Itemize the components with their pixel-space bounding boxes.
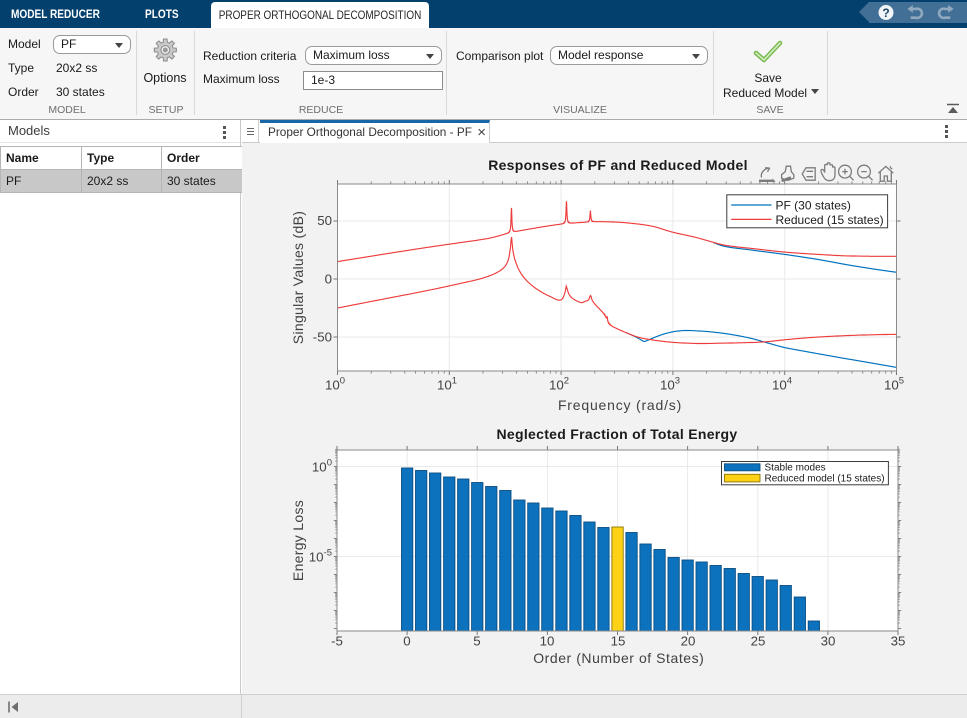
svg-text:Reduced (15 states): Reduced (15 states) — [776, 213, 884, 227]
svg-text:0: 0 — [403, 634, 410, 649]
svg-text:50: 50 — [317, 213, 332, 228]
svg-text:101: 101 — [437, 376, 457, 393]
svg-text:20: 20 — [681, 634, 696, 649]
svg-text:PF (30 states): PF (30 states) — [776, 199, 851, 213]
svg-text:Singular Values (dB): Singular Values (dB) — [290, 211, 306, 344]
svg-text:Frequency (rad/s): Frequency (rad/s) — [558, 397, 682, 413]
svg-text:100: 100 — [325, 376, 345, 393]
svg-text:10: 10 — [540, 634, 555, 649]
svg-text:25: 25 — [751, 634, 766, 649]
svg-text:35: 35 — [891, 634, 906, 649]
svg-text:102: 102 — [549, 376, 569, 393]
svg-text:Order (Number of States): Order (Number of States) — [533, 650, 704, 666]
svg-text:105: 105 — [884, 376, 904, 393]
svg-text:10-5: 10-5 — [309, 547, 332, 564]
svg-text:Responses of PF and Reduced Mo: Responses of PF and Reduced Model — [488, 157, 748, 173]
svg-text:100: 100 — [312, 457, 332, 474]
svg-text:30: 30 — [821, 634, 836, 649]
svg-text:5: 5 — [473, 634, 480, 649]
svg-text:?: ? — [882, 6, 889, 20]
svg-text:104: 104 — [772, 376, 792, 393]
svg-text:0: 0 — [325, 272, 332, 287]
svg-text:-5: -5 — [331, 634, 343, 649]
svg-text:Stable modes: Stable modes — [765, 462, 826, 473]
svg-text:Neglected Fraction of Total En: Neglected Fraction of Total Energy — [497, 426, 738, 442]
svg-text:Energy Loss: Energy Loss — [290, 500, 306, 581]
svg-text:-50: -50 — [313, 330, 332, 345]
svg-text:Reduced model (15 states): Reduced model (15 states) — [765, 474, 885, 485]
svg-text:103: 103 — [660, 376, 680, 393]
svg-text:15: 15 — [611, 634, 626, 649]
